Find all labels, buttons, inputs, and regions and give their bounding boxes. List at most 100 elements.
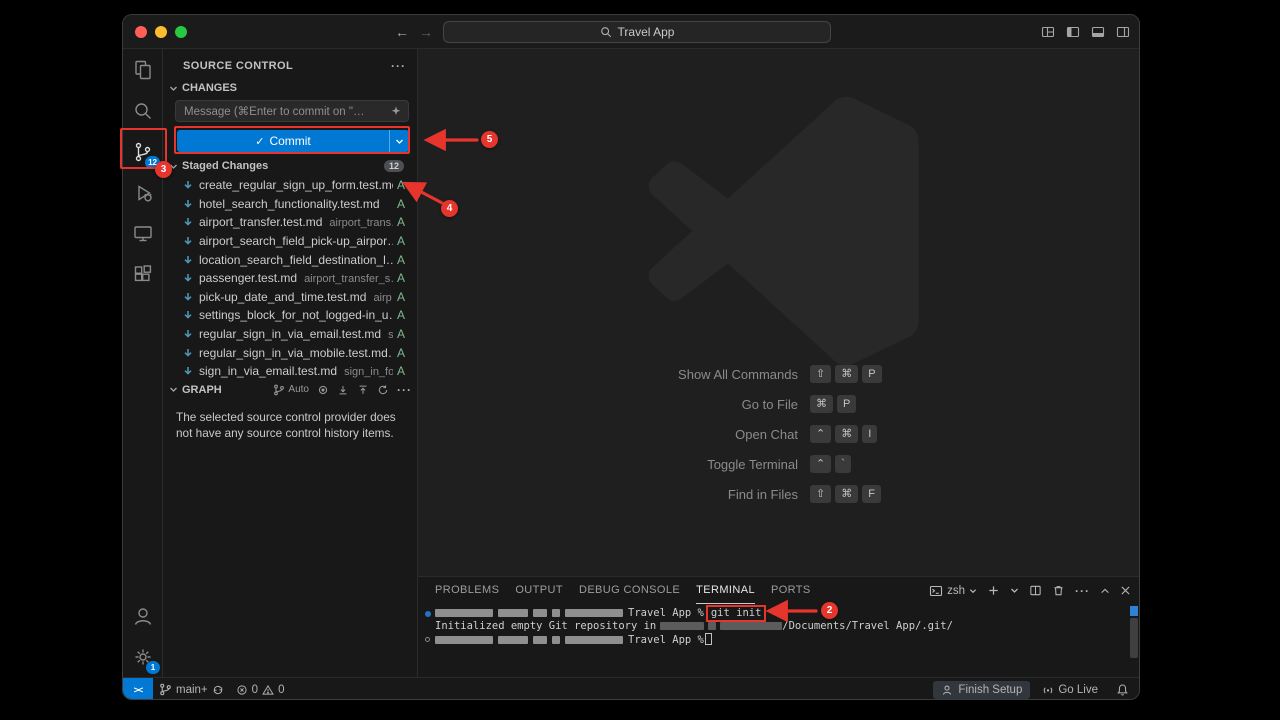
markdown-file-icon: [183, 180, 193, 190]
commit-message-placeholder: Message (⌘Enter to commit on "…: [184, 104, 390, 118]
remote-indicator[interactable]: ><: [123, 678, 153, 701]
staged-file-row[interactable]: airport_search_field_pick-up_airpor… A: [163, 232, 418, 251]
maximize-panel-icon[interactable]: [1100, 586, 1110, 596]
file-path-hint: airport_transfer_s…: [304, 273, 393, 285]
activity-search[interactable]: [123, 90, 163, 131]
close-panel-icon[interactable]: [1120, 585, 1131, 596]
error-count: 0: [252, 684, 258, 696]
staged-file-row[interactable]: hotel_search_functionality.test.md A: [163, 195, 418, 214]
toggle-panel-icon[interactable]: [1090, 24, 1106, 40]
branch-name: main+: [176, 684, 208, 696]
file-name: pick-up_date_and_time.test.md: [199, 290, 366, 304]
shortcut-key: ⌃: [810, 455, 831, 473]
target-icon[interactable]: [317, 384, 329, 396]
commit-dropdown-button[interactable]: [389, 130, 409, 152]
graph-more-icon[interactable]: ···: [397, 383, 412, 397]
file-name: regular_sign_in_via_email.test.md: [199, 327, 381, 341]
panel-tab-debug-console[interactable]: DEBUG CONSOLE: [579, 577, 680, 604]
go-live-label: Go Live: [1058, 684, 1098, 696]
file-name: airport_transfer.test.md: [199, 215, 322, 229]
navigate-forward-button[interactable]: →: [419, 24, 433, 40]
command-center-title: Travel App: [618, 25, 675, 39]
toggle-sidebar-right-icon[interactable]: [1115, 24, 1131, 40]
terminal-overview-marker: [1130, 606, 1138, 616]
staged-file-row[interactable]: regular_sign_in_via_email.test.md si… A: [163, 325, 418, 344]
activity-explorer[interactable]: [123, 49, 163, 90]
activity-remote-explorer[interactable]: [123, 213, 163, 254]
shortcut-key: P: [837, 395, 856, 413]
refresh-icon[interactable]: [377, 384, 389, 396]
fetch-icon[interactable]: [337, 384, 349, 396]
branch-indicator[interactable]: main+: [153, 678, 230, 701]
panel-tab-problems[interactable]: PROBLEMS: [435, 577, 499, 604]
terminal-profile-selector[interactable]: zsh: [929, 584, 977, 598]
changes-section-header[interactable]: CHANGES: [169, 80, 237, 96]
close-window-button[interactable]: [135, 26, 147, 38]
zoom-window-button[interactable]: [175, 26, 187, 38]
terminal-output[interactable]: Travel App %git init Initialized empty G…: [418, 604, 1140, 678]
shortcut-key: ⇧: [810, 365, 831, 383]
panel-tab-terminal[interactable]: TERMINAL: [696, 577, 755, 604]
shortcut-key: ⇧: [810, 485, 831, 503]
markdown-file-icon: [183, 329, 193, 339]
activity-settings[interactable]: 1: [123, 636, 163, 677]
panel-tab-ports[interactable]: PORTS: [771, 577, 811, 604]
split-terminal-icon[interactable]: [1029, 584, 1042, 597]
activity-run-debug[interactable]: [123, 172, 163, 213]
navigate-back-button[interactable]: ←: [395, 24, 409, 40]
panel-tab-output[interactable]: OUTPUT: [515, 577, 563, 604]
activity-accounts[interactable]: [123, 595, 163, 636]
shortcut-label: Go to File: [568, 397, 798, 412]
source-control-sidebar: SOURCE CONTROL ··· CHANGES Message (⌘Ent…: [163, 49, 418, 677]
staged-file-row[interactable]: settings_block_for_not_logged-in_u… A: [163, 306, 418, 325]
minimize-window-button[interactable]: [155, 26, 167, 38]
staged-file-row[interactable]: regular_sign_in_via_mobile.test.md… A: [163, 343, 418, 362]
commit-message-input[interactable]: Message (⌘Enter to commit on "…: [175, 100, 409, 122]
file-name: hotel_search_functionality.test.md: [199, 197, 380, 211]
file-name: create_regular_sign_up_form.test.md: [199, 178, 393, 192]
staged-file-row[interactable]: sign_in_via_email.test.md sign_in_fo… A: [163, 362, 418, 381]
commit-button-main[interactable]: ✓ Commit: [177, 130, 389, 152]
staged-file-row[interactable]: passenger.test.md airport_transfer_s… A: [163, 269, 418, 288]
notifications-button[interactable]: [1110, 678, 1131, 701]
branch-icon: [159, 683, 172, 696]
git-status-added: A: [393, 327, 405, 341]
push-icon[interactable]: [357, 384, 369, 396]
prompt-decoration-icon[interactable]: [425, 637, 430, 642]
activity-source-control[interactable]: 12: [123, 131, 163, 172]
command-center-search[interactable]: Travel App: [443, 21, 831, 43]
more-actions-icon[interactable]: ···: [391, 59, 406, 73]
panel-more-icon[interactable]: ···: [1075, 584, 1090, 598]
markdown-file-icon: [183, 366, 193, 376]
new-terminal-button[interactable]: [987, 584, 1000, 597]
customize-layout-icon[interactable]: [1040, 24, 1056, 40]
redacted-text: [498, 609, 528, 617]
sparkle-icon[interactable]: [390, 105, 402, 117]
staged-file-row[interactable]: create_regular_sign_up_form.test.md A: [163, 176, 418, 195]
new-terminal-dropdown-icon[interactable]: [1010, 586, 1019, 595]
staged-changes-header[interactable]: Staged Changes 12: [169, 158, 412, 174]
activity-extensions[interactable]: [123, 254, 163, 295]
kill-terminal-icon[interactable]: [1052, 584, 1065, 597]
warning-icon: [262, 684, 274, 696]
terminal-scrollbar[interactable]: [1130, 618, 1138, 658]
output-prefix: Initialized empty Git repository in: [435, 620, 656, 632]
git-status-added: A: [393, 271, 405, 285]
staged-file-row[interactable]: airport_transfer.test.md airport_trans… …: [163, 213, 418, 232]
commit-button-label: Commit: [269, 134, 310, 148]
staged-file-row[interactable]: location_search_field_destination_l… A: [163, 250, 418, 269]
problems-indicator[interactable]: 0 0: [230, 678, 291, 701]
graph-auto-toggle[interactable]: Auto: [273, 384, 309, 396]
redacted-text: [533, 609, 547, 617]
go-live-button[interactable]: Go Live: [1036, 678, 1104, 701]
commit-button[interactable]: ✓ Commit: [177, 130, 409, 152]
chevron-down-icon: [169, 385, 178, 394]
toggle-sidebar-left-icon[interactable]: [1065, 24, 1081, 40]
markdown-file-icon: [183, 310, 193, 320]
git-status-added: A: [393, 308, 405, 322]
staged-file-row[interactable]: pick-up_date_and_time.test.md airp… A: [163, 288, 418, 307]
finish-setup-button[interactable]: Finish Setup: [933, 681, 1030, 699]
graph-section-header[interactable]: GRAPH Auto: [169, 381, 412, 398]
command-decoration-icon[interactable]: [425, 611, 431, 617]
staged-count-badge: 12: [384, 160, 404, 172]
